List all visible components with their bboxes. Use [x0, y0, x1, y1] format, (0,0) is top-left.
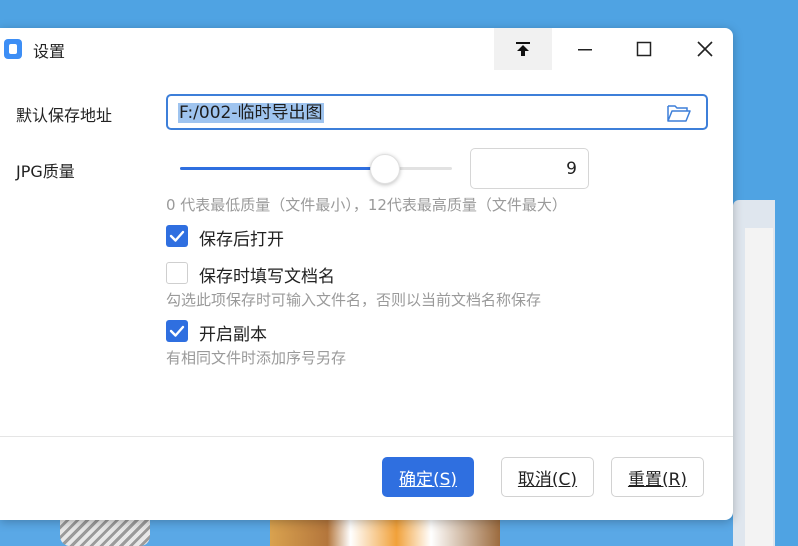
folder-icon[interactable] — [666, 103, 692, 123]
enable-copy-hint: 有相同文件时添加序号另存 — [166, 349, 347, 367]
quality-hint: 0 代表最低质量（文件最小），12代表最高质量（文件最大） — [166, 196, 567, 214]
footer-divider — [0, 436, 733, 437]
save-path-value: F:/002-临时导出图 — [178, 103, 324, 123]
background-window-panel — [745, 228, 773, 546]
maximize-button[interactable] — [615, 28, 673, 70]
check-icon — [169, 230, 185, 242]
title-bar[interactable]: 设置 — [0, 28, 733, 70]
fill-doc-name-hint: 勾选此项保存时可输入文件名，否则以当前文档名称保存 — [166, 291, 542, 309]
ok-button[interactable]: 确定(S) — [382, 457, 474, 497]
quality-input[interactable]: 9 — [470, 148, 589, 189]
check-icon — [169, 325, 185, 337]
settings-dialog: 设置 默认保存地址 F:/002-临时导出图 JPG质量 9 0 代表最低质量（… — [0, 28, 733, 520]
fill-doc-name-label: 保存时填写文档名 — [199, 267, 335, 287]
background-photo-rope — [60, 520, 150, 546]
maximize-icon — [636, 41, 652, 57]
minimize-button[interactable] — [556, 28, 614, 70]
close-button[interactable] — [676, 28, 734, 70]
enable-copy-label: 开启副本 — [199, 325, 267, 345]
enable-copy-checkbox[interactable] — [166, 320, 188, 342]
cancel-button[interactable]: 取消(C) — [501, 457, 594, 497]
save-path-label: 默认保存地址 — [16, 106, 113, 125]
quality-slider-thumb[interactable] — [370, 154, 400, 184]
jpg-quality-label: JPG质量 — [16, 162, 75, 181]
reset-button[interactable]: 重置(R) — [611, 457, 704, 497]
pin-top-icon — [516, 42, 530, 56]
quality-slider[interactable] — [180, 154, 452, 184]
open-after-save-label: 保存后打开 — [199, 230, 284, 250]
close-icon — [697, 41, 713, 57]
quality-slider-fill — [180, 167, 384, 170]
open-after-save-checkbox[interactable] — [166, 225, 188, 247]
app-icon — [4, 39, 22, 59]
background-photo-product — [270, 520, 500, 546]
save-path-input[interactable]: F:/002-临时导出图 — [166, 94, 708, 130]
pin-top-button[interactable] — [494, 28, 552, 70]
window-title: 设置 — [33, 42, 66, 61]
fill-doc-name-checkbox[interactable] — [166, 262, 188, 284]
minimize-icon — [578, 49, 592, 51]
quality-value: 9 — [566, 159, 577, 179]
